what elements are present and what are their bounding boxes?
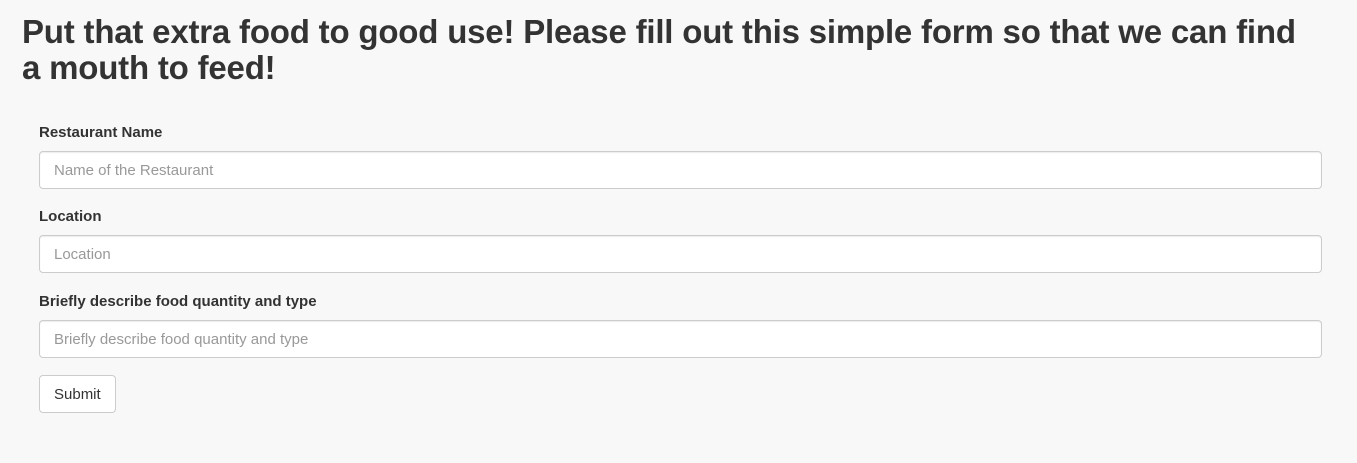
- food-description-input[interactable]: [39, 320, 1322, 358]
- page-heading: Put that extra food to good use! Please …: [22, 13, 1296, 86]
- location-input[interactable]: [39, 235, 1322, 273]
- restaurant-name-field-group: Restaurant Name: [39, 124, 1322, 189]
- submit-button[interactable]: Submit: [39, 375, 116, 413]
- page: Put that extra food to good use! Please …: [0, 0, 1357, 463]
- food-description-field-group: Briefly describe food quantity and type: [39, 293, 1322, 358]
- restaurant-name-input[interactable]: [39, 151, 1322, 189]
- food-description-label: Briefly describe food quantity and type: [39, 293, 317, 310]
- location-label: Location: [39, 208, 102, 225]
- restaurant-name-label: Restaurant Name: [39, 124, 163, 141]
- location-field-group: Location: [39, 208, 1322, 273]
- food-donation-form: Restaurant Name Location Briefly describ…: [39, 124, 1322, 413]
